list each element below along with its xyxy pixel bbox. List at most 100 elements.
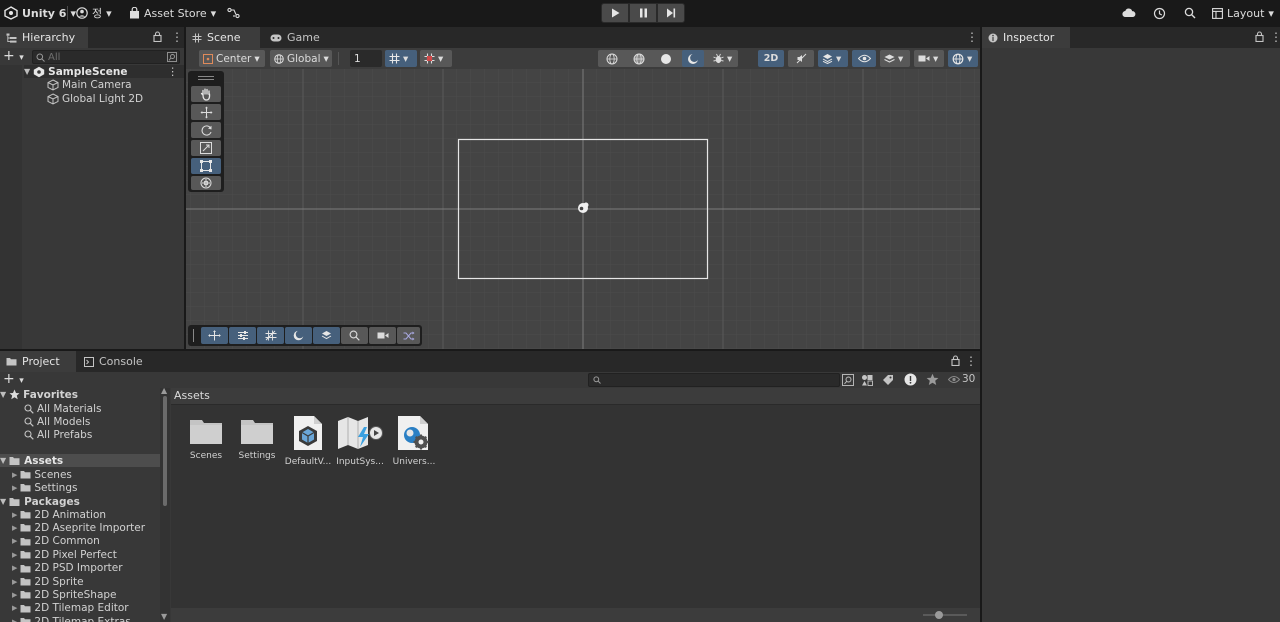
- tab-scene[interactable]: Scene: [186, 27, 260, 48]
- overlay-camera-button[interactable]: [369, 327, 396, 344]
- overlay-shuffle-button[interactable]: [397, 327, 420, 344]
- package-row[interactable]: ▶ 2D PSD Importer: [12, 562, 123, 575]
- asset-item-scenes[interactable]: Scenes: [181, 417, 231, 461]
- move-tool-button[interactable]: [191, 104, 221, 120]
- collapse-triangle-icon[interactable]: ▶: [12, 564, 17, 572]
- assets-folder-scenes[interactable]: ▶ Scenes: [12, 468, 72, 481]
- search-filter-icon[interactable]: [167, 52, 177, 62]
- asset-item-volume-profile[interactable]: DefaultV...: [283, 415, 333, 467]
- package-row[interactable]: ▶ 2D SpriteShape: [12, 588, 117, 601]
- package-row[interactable]: ▶ 2D Aseprite Importer: [12, 521, 145, 534]
- more-options-icon[interactable]: ⋮: [1270, 31, 1280, 43]
- search-by-type-icon[interactable]: [842, 374, 854, 386]
- collapse-triangle-icon[interactable]: ▶: [12, 618, 17, 622]
- audio-toggle-button[interactable]: [788, 50, 814, 67]
- overlay-layers-button[interactable]: [313, 327, 340, 344]
- expand-triangle-icon[interactable]: ▼: [0, 497, 6, 506]
- collapse-triangle-icon[interactable]: ▶: [12, 524, 17, 532]
- transform-tool-button[interactable]: [191, 176, 221, 190]
- more-options-icon[interactable]: ⋮: [965, 355, 977, 367]
- pause-button[interactable]: [629, 3, 657, 23]
- expand-triangle-icon[interactable]: ▼: [0, 390, 6, 399]
- more-options-icon[interactable]: ⋮: [171, 31, 183, 43]
- hierarchy-item-main-camera[interactable]: Main Camera: [47, 78, 132, 91]
- lighting-toggle-button[interactable]: [682, 50, 704, 67]
- package-row[interactable]: ▶ 2D Tilemap Extras: [12, 615, 131, 622]
- hierarchy-item-global-light[interactable]: Global Light 2D: [47, 92, 143, 105]
- tab-game[interactable]: Game: [264, 27, 324, 48]
- effects-dropdown[interactable]: ▾: [818, 50, 848, 67]
- favorite-star-icon[interactable]: [926, 373, 939, 386]
- collapse-triangle-icon[interactable]: ▶: [12, 471, 17, 479]
- lock-icon[interactable]: [951, 355, 960, 366]
- overlay-sliders-button[interactable]: [229, 327, 256, 344]
- favorite-item-materials[interactable]: All Materials: [24, 402, 101, 415]
- search-button[interactable]: [1181, 3, 1199, 23]
- asset-store-button[interactable]: Asset Store ▾: [129, 3, 216, 23]
- undo-history-button[interactable]: [1150, 3, 1168, 23]
- grid-snapping-dropdown[interactable]: ▾: [420, 50, 452, 67]
- version-control-button[interactable]: [227, 3, 240, 23]
- hierarchy-search-input[interactable]: All: [32, 50, 180, 64]
- rotate-tool-button[interactable]: [191, 122, 221, 138]
- pivot-rotation-dropdown[interactable]: Global ▾: [270, 50, 332, 67]
- scene-viewport[interactable]: [186, 69, 980, 349]
- rect-tool-button[interactable]: [191, 158, 221, 174]
- overlay-grid-button[interactable]: [257, 327, 284, 344]
- expand-triangle-icon[interactable]: ▼: [24, 67, 30, 76]
- collapse-triangle-icon[interactable]: ▶: [12, 511, 17, 519]
- breadcrumb[interactable]: Assets: [174, 389, 210, 402]
- layers-visibility-dropdown[interactable]: ▾: [880, 50, 910, 67]
- package-row[interactable]: ▶ 2D Pixel Perfect: [12, 548, 117, 561]
- tab-hierarchy[interactable]: Hierarchy: [0, 27, 88, 48]
- step-button[interactable]: [657, 3, 685, 23]
- grid-snap-input[interactable]: 1: [350, 50, 382, 67]
- more-options-icon[interactable]: ⋮: [168, 66, 179, 78]
- draw-mode-wireframe-button[interactable]: [601, 50, 623, 67]
- play-button[interactable]: [601, 3, 629, 23]
- zoom-slider-track[interactable]: [923, 614, 967, 616]
- folder-tree-scrollbar[interactable]: ▲ ▼: [160, 386, 170, 622]
- asset-item-settings[interactable]: Settings: [232, 417, 282, 461]
- overlay-lighting-button[interactable]: [285, 327, 312, 344]
- expand-triangle-icon[interactable]: ▼: [0, 456, 6, 465]
- overlay-search-button[interactable]: [341, 327, 368, 344]
- scrollbar-thumb[interactable]: [163, 396, 167, 506]
- pivot-mode-dropdown[interactable]: Center ▾: [199, 50, 265, 67]
- package-row[interactable]: ▶ 2D Sprite: [12, 575, 84, 588]
- scale-tool-button[interactable]: [191, 140, 221, 156]
- assets-root-row[interactable]: ▼ Assets: [0, 454, 160, 467]
- asset-item-render-pipeline[interactable]: Univers...: [389, 415, 439, 467]
- project-search-input[interactable]: [588, 373, 840, 387]
- filter-by-label-icon[interactable]: [882, 374, 894, 386]
- lock-icon[interactable]: [153, 31, 162, 42]
- mode-2d-toggle[interactable]: 2D: [758, 50, 784, 67]
- tab-console[interactable]: Console: [78, 351, 144, 372]
- more-options-icon[interactable]: ⋮: [966, 31, 978, 43]
- overlay-move-button[interactable]: [201, 327, 228, 344]
- collapse-triangle-icon[interactable]: ▶: [12, 551, 17, 559]
- lock-icon[interactable]: [1255, 31, 1264, 42]
- hand-tool-button[interactable]: [191, 86, 221, 102]
- cloud-button[interactable]: [1120, 3, 1138, 23]
- favorite-item-models[interactable]: All Models: [24, 415, 90, 428]
- package-row[interactable]: ▶ 2D Tilemap Editor: [12, 602, 129, 615]
- package-row[interactable]: ▶ 2D Animation: [12, 508, 106, 521]
- add-dropdown-button[interactable]: + ▾: [3, 48, 24, 64]
- camera-settings-dropdown[interactable]: ▾: [914, 50, 944, 67]
- layout-dropdown[interactable]: Layout ▾: [1212, 3, 1274, 23]
- draw-mode-shaded-button[interactable]: [655, 50, 677, 67]
- warning-filter-icon[interactable]: [904, 373, 917, 386]
- hidden-packages-toggle[interactable]: 30: [948, 373, 975, 385]
- collapse-triangle-icon[interactable]: ▶: [12, 591, 17, 599]
- collapse-triangle-icon[interactable]: ▶: [12, 604, 17, 612]
- assets-folder-settings[interactable]: ▶ Settings: [12, 481, 77, 494]
- scroll-up-icon[interactable]: ▲: [161, 386, 167, 395]
- filter-by-type-icon[interactable]: [861, 374, 873, 386]
- account-button[interactable]: 정 ▾: [76, 3, 112, 23]
- create-dropdown-button[interactable]: + ▾: [3, 371, 24, 387]
- zoom-slider-thumb[interactable]: [935, 611, 943, 619]
- scene-visibility-toggle[interactable]: [852, 50, 876, 67]
- unity-menu-button[interactable]: Unity 6 ▾: [4, 3, 76, 23]
- tab-inspector[interactable]: Inspector: [982, 27, 1070, 48]
